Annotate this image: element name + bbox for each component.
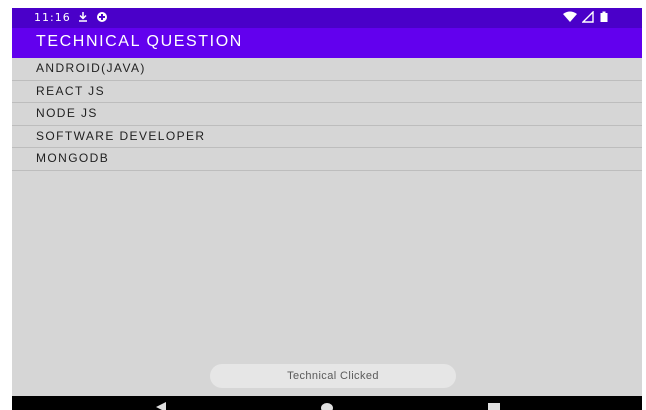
list-item-node-js[interactable]: NODE JS <box>12 103 642 126</box>
home-icon[interactable] <box>320 399 334 410</box>
question-list: ANDROID(JAVA) REACT JS NODE JS SOFTWARE … <box>12 58 642 171</box>
navigation-bar <box>12 396 642 410</box>
list-item-label: ANDROID(JAVA) <box>36 61 146 75</box>
list-item-label: NODE JS <box>36 106 98 120</box>
list-item-mongodb[interactable]: MONGODB <box>12 148 642 171</box>
app-title: TECHNICAL QUESTION <box>36 33 243 50</box>
phone-screen: 11:16 TECHNICAL QUESTION ANDROID(JAVA) R… <box>12 8 642 410</box>
status-bar: 11:16 <box>12 8 642 28</box>
signal-icon <box>581 10 594 27</box>
wifi-icon <box>562 11 578 27</box>
app-bar: TECHNICAL QUESTION <box>12 28 642 58</box>
list-item-label: SOFTWARE DEVELOPER <box>36 128 206 143</box>
list-item-android-java[interactable]: ANDROID(JAVA) <box>12 58 642 81</box>
toast-message: Technical Clicked <box>210 364 456 388</box>
list-item-react-js[interactable]: REACT JS <box>12 81 642 103</box>
data-saver-icon <box>96 11 108 27</box>
battery-icon <box>600 11 608 27</box>
list-item-label: MONGODB <box>36 151 110 165</box>
list-item-label: REACT JS <box>36 83 105 98</box>
back-icon[interactable] <box>155 399 167 410</box>
download-icon <box>78 11 88 27</box>
status-time: 11:16 <box>34 11 71 24</box>
list-item-software-developer[interactable]: SOFTWARE DEVELOPER <box>12 126 642 148</box>
recents-icon[interactable] <box>488 399 500 410</box>
